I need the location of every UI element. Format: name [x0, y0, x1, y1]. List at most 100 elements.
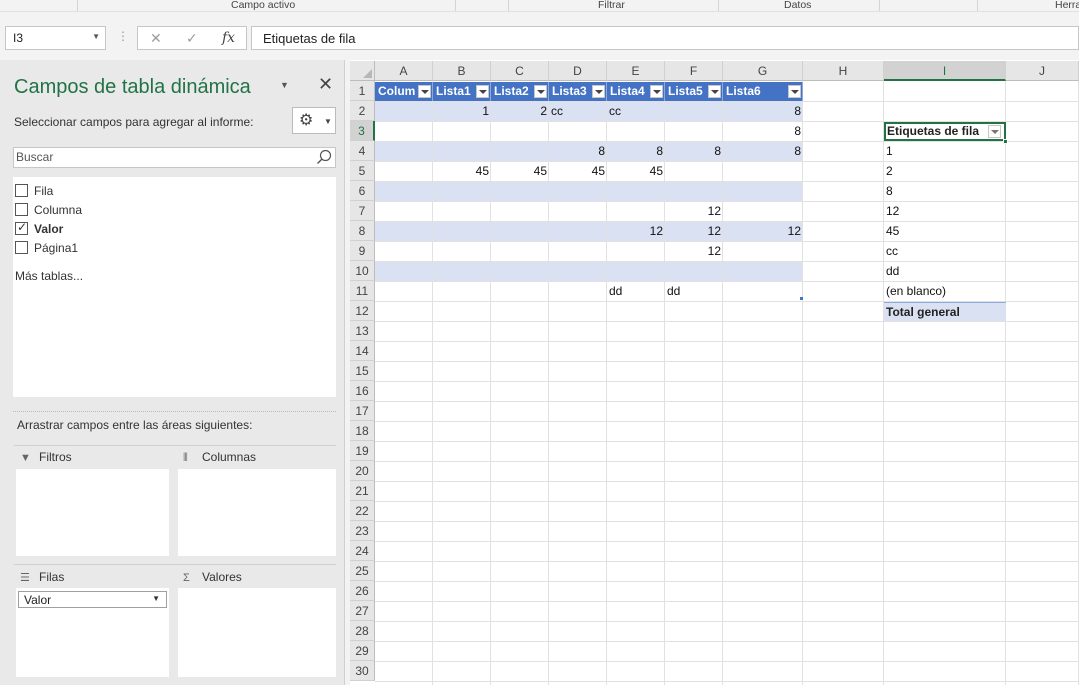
- table-cell[interactable]: 8: [723, 102, 803, 121]
- row-header-15[interactable]: 15: [350, 361, 375, 381]
- filter-dropdown-icon[interactable]: [418, 85, 431, 98]
- table-cell[interactable]: 45: [491, 162, 549, 181]
- row-header-29[interactable]: 29: [350, 641, 375, 661]
- pivot-row-item[interactable]: (en blanco): [884, 282, 1006, 301]
- table-cell[interactable]: dd: [665, 282, 723, 301]
- values-drop-area[interactable]: [178, 588, 336, 677]
- row-header-26[interactable]: 26: [350, 581, 375, 601]
- row-header-17[interactable]: 17: [350, 401, 375, 421]
- row-header-18[interactable]: 18: [350, 421, 375, 441]
- filter-dropdown-icon[interactable]: [988, 125, 1001, 138]
- table-cell[interactable]: 12: [665, 202, 723, 221]
- chevron-down-icon[interactable]: ▼: [92, 32, 100, 41]
- row-header-10[interactable]: 10: [350, 261, 375, 281]
- table-cell[interactable]: cc: [549, 102, 607, 121]
- table-cell[interactable]: 45: [607, 162, 665, 181]
- spreadsheet-grid[interactable]: A B C D E F G H I J 1 2 3 4 5 6 7 8 9 10 11 12 13 14 15 16 17 18 19 2…: [350, 61, 1079, 685]
- row-header-8[interactable]: 8: [350, 221, 375, 241]
- table-cell[interactable]: 45: [549, 162, 607, 181]
- filter-dropdown-icon[interactable]: [708, 85, 721, 98]
- filter-dropdown-icon[interactable]: [476, 85, 489, 98]
- column-header-i[interactable]: I: [884, 61, 1006, 81]
- row-header-13[interactable]: 13: [350, 321, 375, 341]
- checkbox-checked[interactable]: [15, 220, 28, 235]
- row-header-25[interactable]: 25: [350, 561, 375, 581]
- row-header-9[interactable]: 9: [350, 241, 375, 261]
- column-header-g[interactable]: G: [723, 61, 803, 81]
- pivot-row-item[interactable]: dd: [884, 262, 1006, 281]
- checkbox[interactable]: [15, 203, 28, 216]
- more-tables-link[interactable]: Más tablas...: [15, 269, 83, 283]
- pane-options-chevron-icon[interactable]: ▼: [280, 80, 289, 90]
- pivot-row-item[interactable]: 1: [884, 142, 1006, 161]
- row-header-16[interactable]: 16: [350, 381, 375, 401]
- row-header-3[interactable]: 3: [350, 121, 375, 141]
- formula-input[interactable]: Etiquetas de fila: [251, 26, 1079, 50]
- checkbox[interactable]: [15, 184, 28, 197]
- columns-drop-area[interactable]: [178, 469, 336, 556]
- rows-drop-area[interactable]: Valor ▼: [16, 588, 169, 677]
- column-header-b[interactable]: B: [433, 61, 491, 81]
- row-header-12[interactable]: 12: [350, 301, 375, 321]
- chevron-down-icon[interactable]: ▼: [152, 594, 160, 603]
- column-header-h[interactable]: H: [803, 61, 884, 81]
- table-cell[interactable]: 12: [665, 242, 723, 261]
- row-header-30[interactable]: 30: [350, 661, 375, 681]
- filter-dropdown-icon[interactable]: [788, 85, 801, 98]
- row-header-23[interactable]: 23: [350, 521, 375, 541]
- column-header-d[interactable]: D: [549, 61, 607, 81]
- checkbox[interactable]: [15, 241, 28, 254]
- field-settings-button[interactable]: ⚙ ▼: [292, 107, 336, 134]
- row-header-19[interactable]: 19: [350, 441, 375, 461]
- pivot-row-item[interactable]: 45: [884, 222, 1006, 241]
- row-header-21[interactable]: 21: [350, 481, 375, 501]
- row-header-20[interactable]: 20: [350, 461, 375, 481]
- pivot-row-item[interactable]: 2: [884, 162, 1006, 181]
- row-header-1[interactable]: 1: [350, 81, 375, 101]
- table-cell[interactable]: 2: [491, 102, 549, 121]
- field-item-fila[interactable]: Fila: [15, 184, 53, 200]
- row-header-6[interactable]: 6: [350, 181, 375, 201]
- rows-field-valor[interactable]: Valor ▼: [18, 591, 167, 608]
- table-cell[interactable]: 12: [723, 222, 803, 241]
- filter-dropdown-icon[interactable]: [534, 85, 547, 98]
- insert-function-icon[interactable]: fx: [222, 30, 235, 46]
- field-item-valor[interactable]: Valor: [15, 220, 63, 238]
- table-cell[interactable]: 1: [433, 102, 491, 121]
- table-cell[interactable]: dd: [607, 282, 665, 301]
- close-icon[interactable]: ✕: [318, 74, 333, 95]
- column-header-a[interactable]: A: [375, 61, 433, 81]
- column-header-c[interactable]: C: [491, 61, 549, 81]
- column-header-f[interactable]: F: [665, 61, 723, 81]
- name-box[interactable]: I3 ▼: [5, 26, 106, 50]
- table-resize-handle[interactable]: [800, 297, 803, 300]
- row-header-24[interactable]: 24: [350, 541, 375, 561]
- row-header-4[interactable]: 4: [350, 141, 375, 161]
- row-header-28[interactable]: 28: [350, 621, 375, 641]
- table-cell[interactable]: 12: [607, 222, 665, 241]
- pivot-grand-total[interactable]: Total general: [884, 302, 1006, 321]
- table-cell[interactable]: 45: [433, 162, 491, 181]
- table-cell[interactable]: 8: [549, 142, 607, 161]
- field-item-pagina1[interactable]: Página1: [15, 241, 78, 257]
- select-all-corner[interactable]: [350, 61, 375, 81]
- cancel-icon[interactable]: ✕: [150, 30, 162, 47]
- search-icon[interactable]: [316, 149, 332, 165]
- row-header-27[interactable]: 27: [350, 601, 375, 621]
- field-search-input[interactable]: Buscar: [13, 147, 336, 168]
- filter-dropdown-icon[interactable]: [592, 85, 605, 98]
- pivot-row-item[interactable]: 12: [884, 202, 1006, 221]
- row-header-22[interactable]: 22: [350, 501, 375, 521]
- pivot-row-item[interactable]: cc: [884, 242, 1006, 261]
- row-header-2[interactable]: 2: [350, 101, 375, 121]
- pivot-row-labels-header[interactable]: Etiquetas de fila: [884, 122, 1006, 141]
- row-header-7[interactable]: 7: [350, 201, 375, 221]
- filter-dropdown-icon[interactable]: [650, 85, 663, 98]
- table-cell[interactable]: 8: [665, 142, 723, 161]
- table-cell[interactable]: cc: [607, 102, 665, 121]
- row-header-11[interactable]: 11: [350, 281, 375, 301]
- enter-icon[interactable]: ✓: [186, 30, 198, 47]
- pivot-row-item[interactable]: 8: [884, 182, 1006, 201]
- table-cell[interactable]: 8: [723, 142, 803, 161]
- more-options-icon[interactable]: ⋮: [117, 29, 129, 43]
